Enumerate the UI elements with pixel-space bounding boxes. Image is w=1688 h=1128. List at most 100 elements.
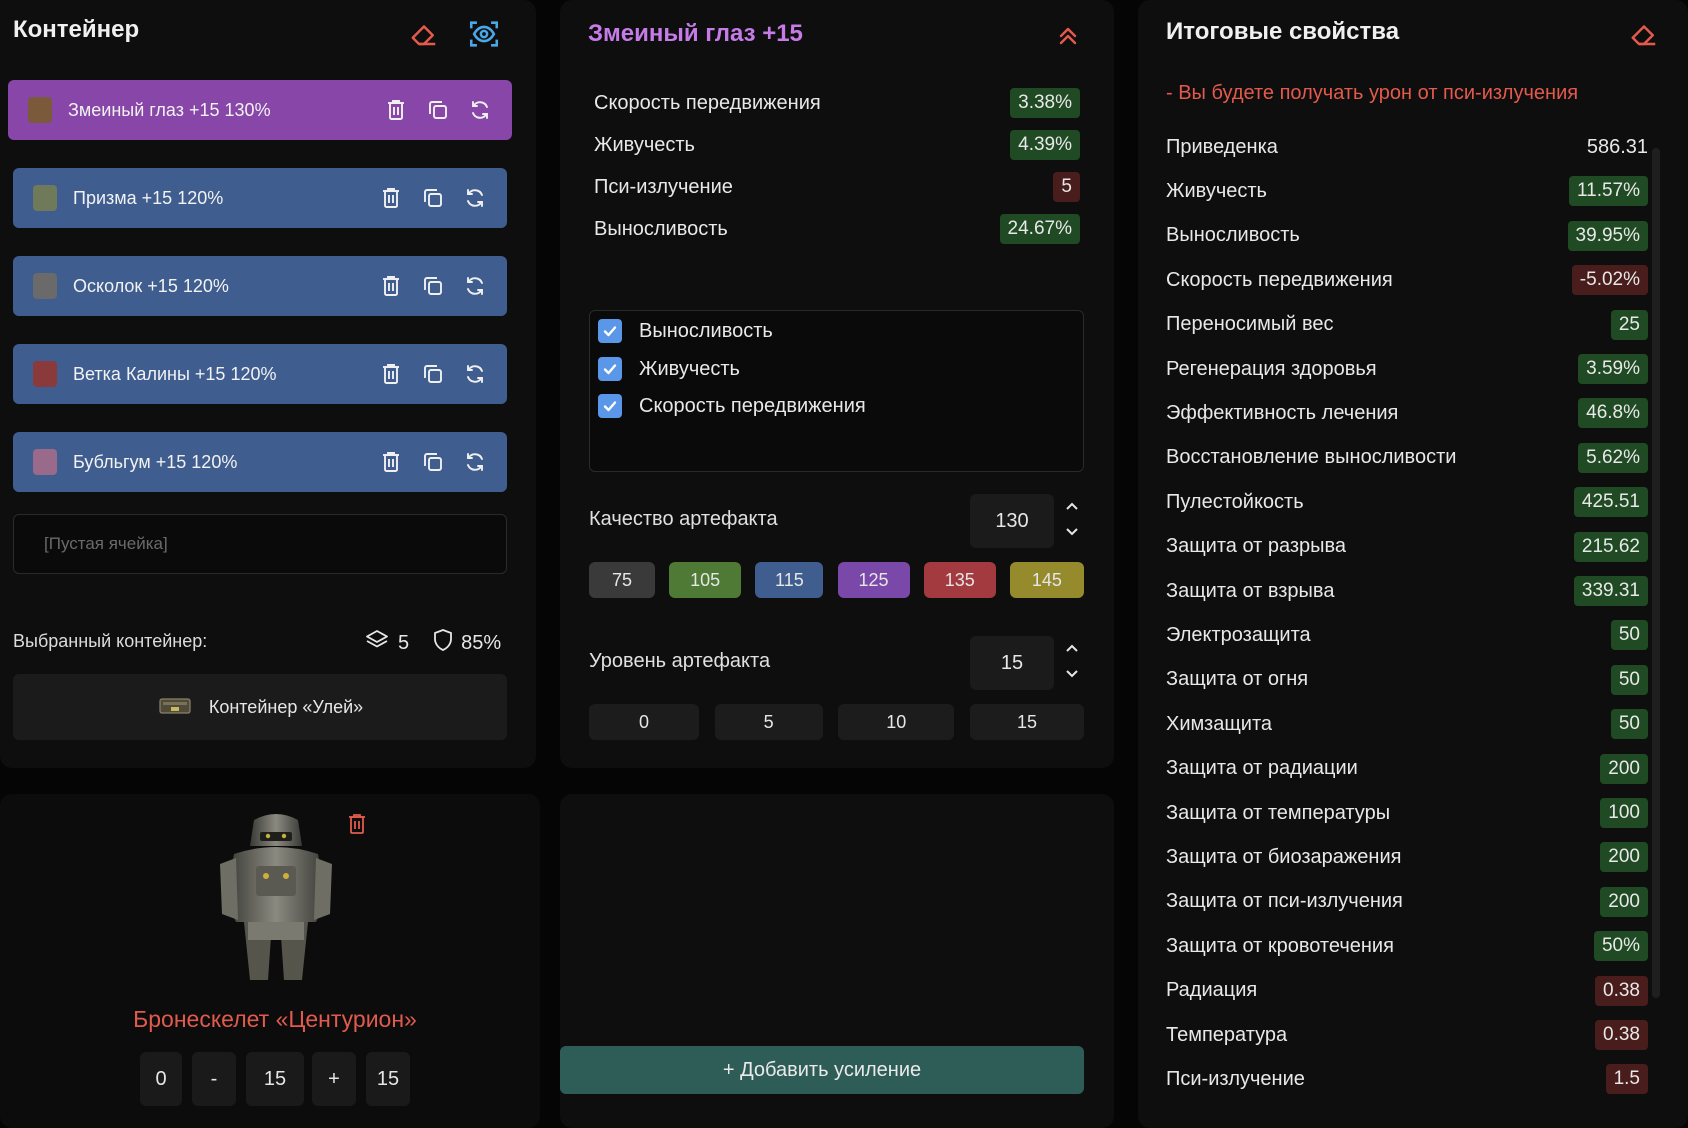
armor-level-plus-button[interactable]: + (312, 1052, 356, 1106)
summary-row-value: 3.59% (1578, 354, 1648, 384)
level-preset-button[interactable]: 5 (714, 704, 823, 740)
add-boost-button[interactable]: + Добавить усиление (560, 1046, 1084, 1094)
slot-actions (384, 80, 492, 140)
refresh-icon[interactable] (463, 450, 487, 474)
summary-row: Скорость передвижения -5.02% (1166, 263, 1648, 297)
double-chevron-up-icon[interactable] (1054, 22, 1082, 50)
summary-row: Радиация 0.38 (1166, 974, 1648, 1008)
summary-row-label: Регенерация здоровья (1166, 357, 1377, 380)
artifact-slot-quality: 130% (224, 99, 271, 120)
copy-icon[interactable] (421, 450, 445, 474)
summary-row-label: Приведенка (1166, 135, 1278, 158)
artifact-slot[interactable]: Ветка Калины +15 120% (13, 344, 507, 404)
level-label: Уровень артефакта (589, 650, 771, 672)
eye-scan-icon[interactable] (466, 16, 502, 52)
copy-icon[interactable] (421, 186, 445, 210)
quality-stepper (1062, 498, 1082, 542)
artifact-slot[interactable]: Осколок +15 120% (13, 256, 507, 316)
summary-row-label: Выносливость (1166, 224, 1300, 247)
armor-level-max-button[interactable]: 15 (366, 1052, 410, 1106)
quality-input[interactable]: 130 (970, 494, 1054, 548)
stat-filter-item[interactable]: Выносливость (598, 319, 773, 343)
summary-row: Защита от биозаражения 200 (1166, 840, 1648, 874)
trash-icon[interactable] (379, 450, 403, 474)
armor-level-input[interactable]: 15 (246, 1052, 304, 1106)
quality-preset-button[interactable]: 145 (1009, 562, 1084, 598)
slot-actions (379, 168, 487, 228)
eraser-icon[interactable] (408, 18, 440, 50)
checkbox[interactable] (598, 319, 622, 343)
level-preset-button[interactable]: 10 (838, 704, 955, 740)
summary-row-label: Защита от взрыва (1166, 579, 1335, 602)
refresh-icon[interactable] (468, 98, 492, 122)
summary-row-label: Защита от огня (1166, 668, 1309, 691)
artifact-slot[interactable]: Змеиный глаз +15 130% (8, 80, 512, 140)
slot-actions (379, 256, 487, 316)
summary-row-value: 50 (1610, 664, 1648, 695)
artifact-slot[interactable]: Бубльгум +15 120% (13, 432, 507, 492)
quality-preset-button[interactable]: 105 (669, 562, 742, 598)
trash-icon[interactable] (379, 274, 403, 298)
summary-row: Восстановление выносливости 5.62% (1166, 441, 1648, 475)
summary-row-label: Скорость передвижения (1166, 268, 1393, 291)
artifact-stat-value: 4.39% (1010, 130, 1080, 160)
trash-icon[interactable] (384, 98, 408, 122)
level-preset-button[interactable]: 15 (969, 704, 1084, 740)
summary-row-label: Температура (1166, 1023, 1288, 1046)
copy-icon[interactable] (426, 98, 450, 122)
stat-filter-item[interactable]: Скорость передвижения (598, 394, 866, 418)
artifact-slot-label: Ветка Калины +15 120% (73, 364, 276, 385)
empty-slot[interactable]: [Пустая ячейка] (13, 514, 507, 574)
artifact-slot[interactable]: Призма +15 120% (13, 168, 507, 228)
artifact-slot-name: Бубльгум (73, 451, 156, 472)
trash-icon[interactable] (379, 186, 403, 210)
shield-icon (433, 628, 453, 658)
armor-panel: Бронескелет «Центурион» 0 - 15 + 15 (0, 794, 540, 1128)
quality-preset-button[interactable]: 115 (755, 562, 824, 598)
container-panel: Контейнер Змеиный глаз +15 130% Призма +1… (0, 0, 536, 768)
summary-row: Регенерация здоровья 3.59% (1166, 352, 1648, 386)
selected-container-label: Выбранный контейнер: (13, 631, 208, 651)
chevron-down-icon[interactable] (1065, 666, 1079, 684)
summary-row-value: 25 (1610, 309, 1648, 340)
level-input[interactable]: 15 (970, 636, 1054, 690)
armor-level-minus-button[interactable]: - (192, 1052, 236, 1106)
copy-icon[interactable] (421, 274, 445, 298)
chevron-up-icon[interactable] (1065, 498, 1079, 516)
level-preset-button[interactable]: 0 (589, 704, 699, 740)
summary-scrollbar[interactable] (1650, 148, 1662, 1088)
summary-row-label: Химзащита (1166, 712, 1273, 735)
stat-filter-list: Выносливость Живучесть Скорость передвижен… (589, 310, 1084, 472)
refresh-icon[interactable] (463, 362, 487, 386)
summary-row-label: Защита от кровотечения (1166, 934, 1394, 957)
chevron-up-icon[interactable] (1065, 640, 1079, 658)
quality-presets: 75 105 115 125 135 145 (589, 562, 1084, 598)
copy-icon[interactable] (421, 362, 445, 386)
container-selector[interactable]: Контейнер «Улей» (13, 674, 507, 740)
quality-preset-button[interactable]: 75 (589, 562, 655, 598)
checkbox[interactable] (598, 394, 622, 418)
summary-row: Пси-излучение 1.5 (1166, 1062, 1648, 1096)
summary-row: Защита от температуры 100 (1166, 796, 1648, 830)
summary-row-value: 11.57% (1568, 176, 1648, 207)
armor-level-min-button[interactable]: 0 (140, 1052, 182, 1106)
quality-preset-button[interactable]: 135 (923, 562, 996, 598)
refresh-icon[interactable] (463, 186, 487, 210)
artifact-slot-name: Змеиный глаз (68, 99, 189, 120)
summary-row: Электрозащита 50 (1166, 618, 1648, 652)
summary-scrollbar-thumb[interactable] (1652, 148, 1660, 998)
summary-row-value: 425.51 (1573, 487, 1648, 518)
chevron-down-icon[interactable] (1065, 524, 1079, 542)
refresh-icon[interactable] (463, 274, 487, 298)
delete-armor-icon[interactable] (346, 812, 368, 836)
checkbox[interactable] (598, 357, 622, 381)
trash-icon[interactable] (379, 362, 403, 386)
quality-preset-button[interactable]: 125 (837, 562, 910, 598)
eraser-icon[interactable] (1628, 18, 1660, 50)
summary-row: Пулестойкость 425.51 (1166, 485, 1648, 519)
stat-filter-item[interactable]: Живучесть (598, 357, 740, 381)
artifact-slot-level: +15 (155, 451, 192, 472)
artifact-slot-label: Бубльгум +15 120% (73, 452, 237, 473)
artifact-stat-label: Живучесть (594, 133, 695, 156)
summary-row-label: Защита от пси-излучения (1166, 890, 1403, 913)
